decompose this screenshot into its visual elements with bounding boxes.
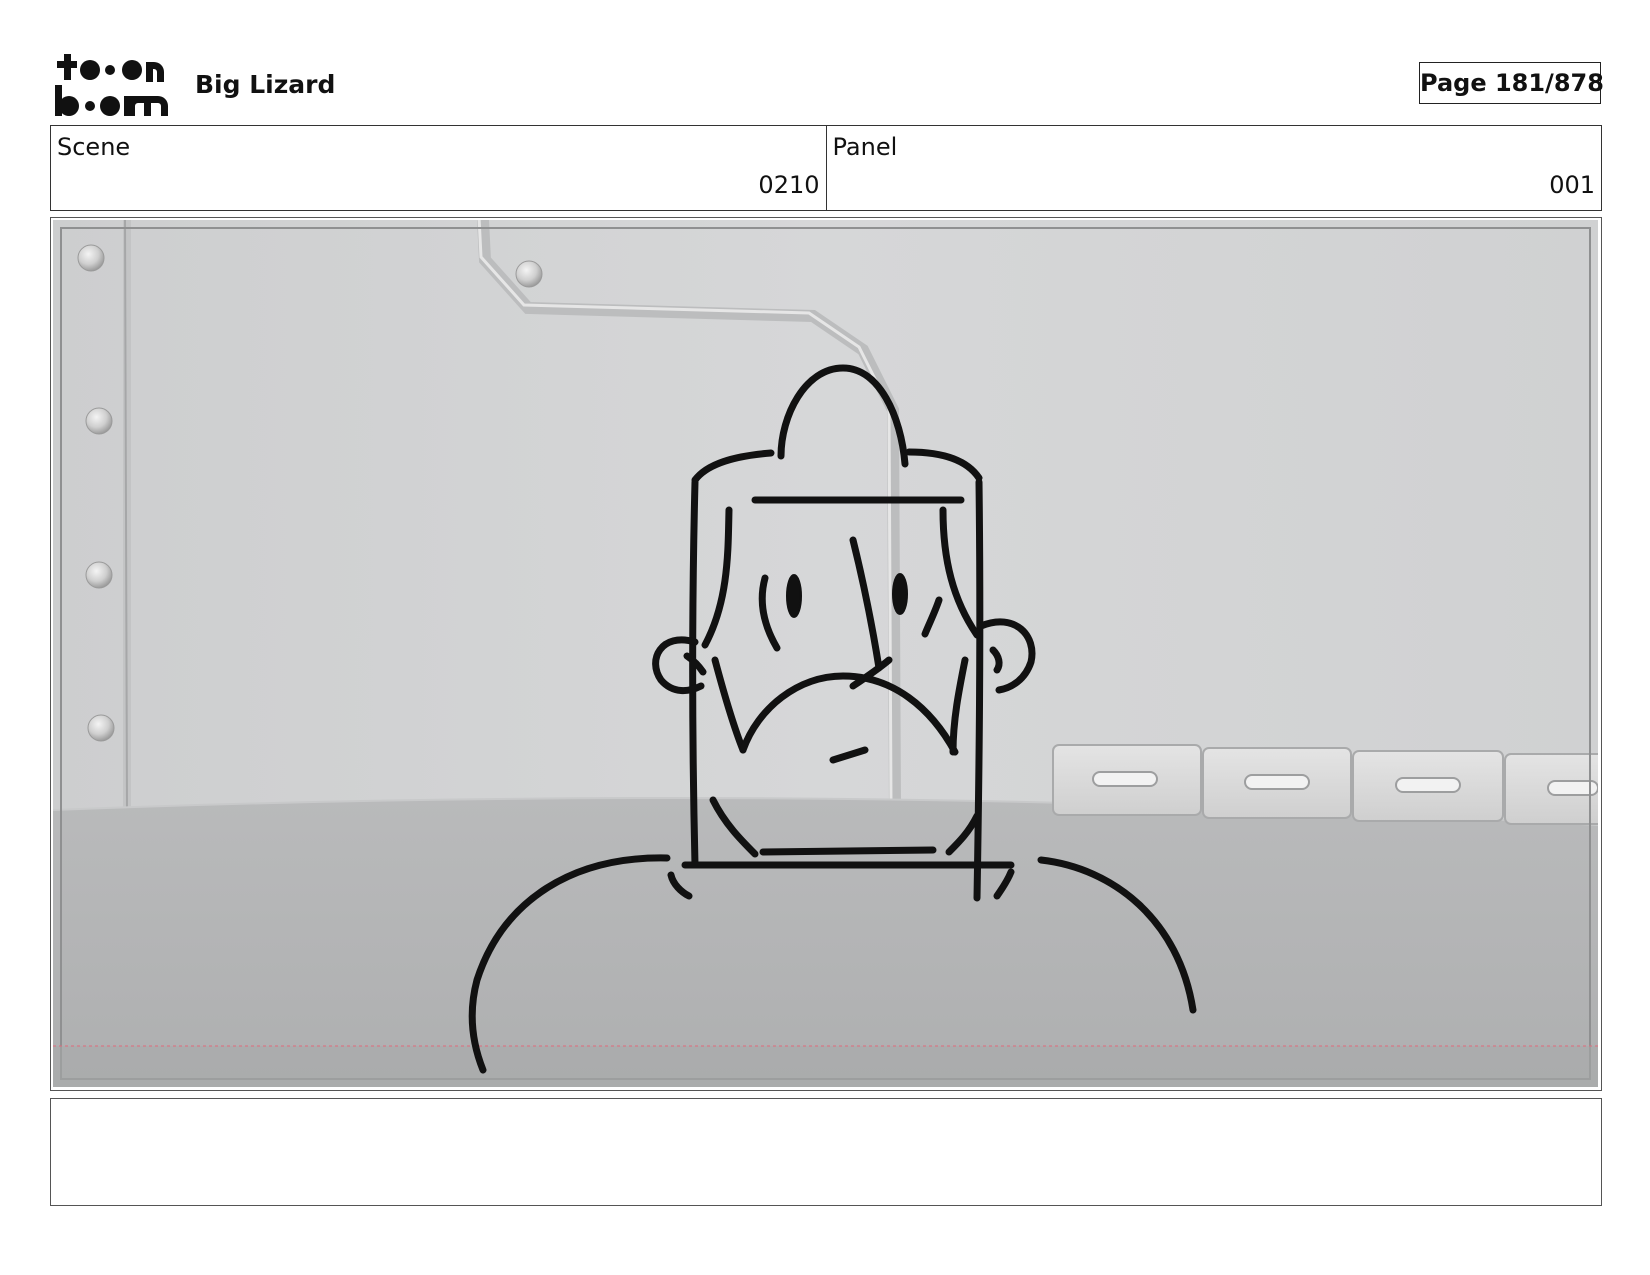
scene-label: Scene — [57, 133, 131, 161]
storyboard-panel-frame — [50, 217, 1602, 1091]
page-counter: Page 181/878 — [1419, 62, 1604, 104]
panel-number: 001 — [1549, 171, 1595, 199]
panel-cell: Panel 001 — [825, 126, 1602, 210]
scene-panel-info-bar: Scene 0210 Panel 001 — [50, 125, 1602, 211]
toonboom-logo — [55, 54, 168, 116]
project-title: Big Lizard — [195, 70, 336, 99]
panel-notes-box — [50, 1098, 1602, 1206]
panel-label: Panel — [832, 133, 898, 161]
storyboard-sketch-image — [53, 220, 1598, 1087]
scene-cell: Scene 0210 — [51, 126, 826, 210]
scene-number: 0210 — [758, 171, 820, 199]
